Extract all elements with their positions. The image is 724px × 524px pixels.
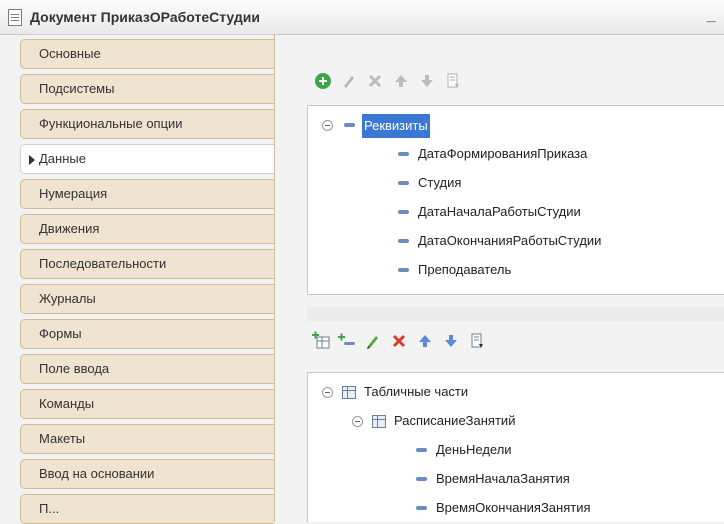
tab-label: Функциональные опции xyxy=(39,116,183,131)
tree-label: Студия xyxy=(418,175,462,190)
tree-row[interactable]: Преподаватель xyxy=(308,259,724,281)
tab-input-based-on[interactable]: Ввод на основании xyxy=(20,459,274,489)
tab-label: Макеты xyxy=(39,431,86,446)
tree-label: ДатаНачалаРаботыСтудии xyxy=(418,204,581,219)
collapse-icon[interactable] xyxy=(352,416,363,427)
tree-row[interactable]: ДеньНедели xyxy=(308,439,724,461)
attribute-icon xyxy=(398,152,409,156)
delete-icon[interactable] xyxy=(389,331,409,351)
tree-label: Преподаватель xyxy=(418,262,512,277)
tree-label: ДеньНедели xyxy=(436,442,512,457)
document-icon xyxy=(8,9,22,26)
add-table-icon[interactable] xyxy=(311,331,331,351)
tab-label: Последовательности xyxy=(39,256,167,271)
attribute-icon xyxy=(398,181,409,185)
attribute-icon xyxy=(398,268,409,272)
tab-label: Основные xyxy=(39,46,101,61)
edit-icon[interactable] xyxy=(339,71,359,91)
attribute-icon xyxy=(398,210,409,214)
tabular-toolbar xyxy=(311,331,613,357)
table-icon xyxy=(372,415,386,428)
tab-label: Подсистемы xyxy=(39,81,115,96)
tree-row[interactable]: ВремяНачалаЗанятия xyxy=(308,468,724,490)
sort-icon[interactable] xyxy=(443,71,463,91)
add-icon[interactable] xyxy=(313,71,333,91)
data-section: Реквизиты ДатаФормированияПриказа Студия… xyxy=(275,35,724,522)
tab-label: Движения xyxy=(39,221,100,236)
tab-numbering[interactable]: Нумерация xyxy=(20,179,274,209)
attribute-icon xyxy=(416,506,427,510)
tree-row[interactable]: ДатаФормированияПриказа xyxy=(308,143,724,165)
tree-label: ДатаОкончанияРаботыСтудии xyxy=(418,233,602,248)
tab-label: Поле ввода xyxy=(39,361,110,376)
tab-subsystems[interactable]: Подсистемы xyxy=(20,74,274,104)
tree-label: ДатаФормированияПриказа xyxy=(418,146,588,161)
tabular-parts-tree: Табличные части РасписаниеЗанятий ДеньНе… xyxy=(307,372,724,522)
tab-movements[interactable]: Движения xyxy=(20,214,274,244)
attributes-toolbar xyxy=(313,71,573,97)
attributes-tree: Реквизиты ДатаФормированияПриказа Студия… xyxy=(307,105,724,295)
tab-journals[interactable]: Журналы xyxy=(20,284,274,314)
tab-partial[interactable]: П... xyxy=(20,494,274,524)
move-down-icon[interactable] xyxy=(417,71,437,91)
tab-commands[interactable]: Команды xyxy=(20,389,274,419)
tree-row[interactable]: ДатаОкончанияРаботыСтудии xyxy=(308,230,724,252)
move-up-icon[interactable] xyxy=(391,71,411,91)
tree-row-attributes-root[interactable]: Реквизиты xyxy=(308,114,724,138)
section-tabs: Основные Подсистемы Функциональные опции… xyxy=(0,35,276,524)
table-icon xyxy=(342,386,356,399)
tab-sequences[interactable]: Последовательности xyxy=(20,249,274,279)
tab-data[interactable]: Данные xyxy=(20,144,274,174)
minimize-button[interactable]: _ xyxy=(704,6,718,26)
tree-row[interactable]: Студия xyxy=(308,172,724,194)
tab-label: Нумерация xyxy=(39,186,108,201)
panel-splitter[interactable] xyxy=(307,307,724,321)
window-title: Документ ПриказОРаботеСтудии xyxy=(30,9,260,25)
tab-templates[interactable]: Макеты xyxy=(20,424,274,454)
tab-label: Ввод на основании xyxy=(39,466,155,481)
tab-main[interactable]: Основные xyxy=(20,39,274,69)
tree-label: ВремяОкончанияЗанятия xyxy=(436,500,591,515)
attribute-icon xyxy=(416,448,427,452)
tab-forms[interactable]: Формы xyxy=(20,319,274,349)
sort-icon[interactable] xyxy=(467,331,487,351)
tree-label: Реквизиты xyxy=(362,114,430,138)
move-up-icon[interactable] xyxy=(415,331,435,351)
tab-label: П... xyxy=(39,501,60,516)
collapse-icon[interactable] xyxy=(322,387,333,398)
add-attribute-icon[interactable] xyxy=(337,331,357,351)
active-tab-arrow-icon xyxy=(29,155,35,165)
tab-input-field[interactable]: Поле ввода xyxy=(20,354,274,384)
collapse-icon[interactable] xyxy=(322,120,333,131)
attribute-icon xyxy=(416,477,427,481)
tree-row[interactable]: ДатаНачалаРаботыСтудии xyxy=(308,201,724,223)
move-down-icon[interactable] xyxy=(441,331,461,351)
attribute-icon xyxy=(398,239,409,243)
tab-label: Формы xyxy=(39,326,82,341)
tree-label: Табличные части xyxy=(364,384,469,399)
tab-label: Данные xyxy=(39,151,86,166)
tree-row-tabular-root[interactable]: Табличные части xyxy=(308,381,724,403)
tree-label: ВремяНачалаЗанятия xyxy=(436,471,570,486)
tab-functional-options[interactable]: Функциональные опции xyxy=(20,109,274,139)
tab-label: Команды xyxy=(39,396,95,411)
tree-row-section[interactable]: РасписаниеЗанятий xyxy=(308,410,724,432)
attribute-icon xyxy=(344,123,355,127)
tab-label: Журналы xyxy=(39,291,96,306)
edit-icon[interactable] xyxy=(363,331,383,351)
delete-icon[interactable] xyxy=(365,71,385,91)
tree-label: РасписаниеЗанятий xyxy=(394,413,516,428)
window-title-bar: Документ ПриказОРаботеСтудии _ xyxy=(0,0,724,35)
tree-row[interactable]: ВремяОкончанияЗанятия xyxy=(308,497,724,519)
